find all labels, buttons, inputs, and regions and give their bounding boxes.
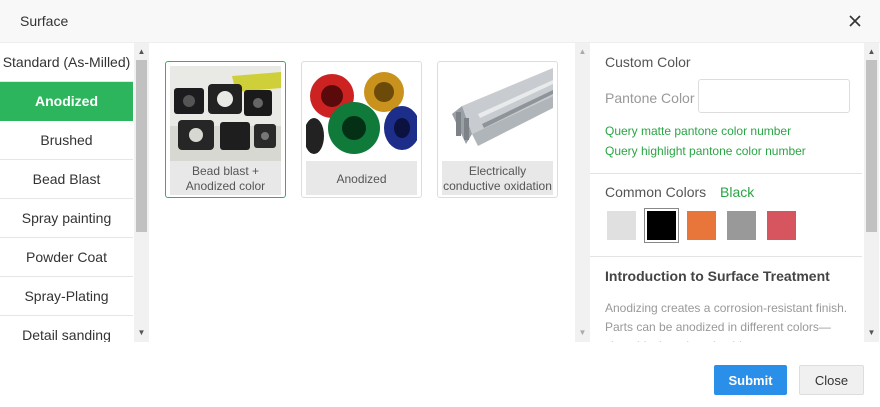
surface-type-list: Standard (As-Milled) Anodized Brushed Be…	[0, 43, 133, 342]
sidebar-item-standard[interactable]: Standard (As-Milled)	[0, 43, 133, 82]
colored-anodized-cylinders-image	[306, 66, 417, 161]
panel-scrollbar[interactable]: ▲ ▼	[864, 43, 879, 342]
custom-color-title: Custom Color	[605, 54, 691, 70]
intro-title: Introduction to Surface Treatment	[605, 268, 830, 284]
swatch-red[interactable]	[767, 211, 796, 240]
scroll-up-arrow-icon[interactable]: ▲	[864, 45, 879, 59]
sidebar-item-spray-plating[interactable]: Spray-Plating	[0, 277, 133, 316]
sidebar-item-brushed[interactable]: Brushed	[0, 121, 133, 160]
scroll-up-arrow-icon[interactable]: ▲	[575, 45, 590, 59]
swatch-black[interactable]	[644, 208, 679, 243]
close-icon[interactable]	[847, 13, 863, 29]
pantone-label: Pantone Color	[605, 90, 695, 106]
scroll-down-arrow-icon[interactable]: ▼	[864, 326, 879, 340]
sidebar-item-powder-coat[interactable]: Powder Coat	[0, 238, 133, 277]
surface-dialog: Surface Standard (As-Milled) Anodized Br…	[0, 0, 880, 407]
sidebar-item-detail-sanding[interactable]: Detail sanding	[0, 316, 133, 342]
dialog-title: Surface	[20, 13, 69, 29]
option-label: Electrically conductive oxidation	[442, 161, 553, 195]
swatch-light-gray[interactable]	[607, 211, 636, 240]
option-card[interactable]: Electrically conductive oxidation	[437, 61, 558, 198]
divider	[590, 256, 862, 257]
query-highlight-link[interactable]: Query highlight pantone color number	[605, 144, 806, 158]
sidebar-item-bead-blast[interactable]: Bead Blast	[0, 160, 133, 199]
finish-options: Bead blast + Anodized color Anodized Ele…	[150, 43, 575, 342]
common-colors-header: Common Colors Black	[605, 184, 754, 200]
options-scrollbar[interactable]: ▲ ▼	[575, 43, 590, 342]
scroll-thumb[interactable]	[136, 60, 147, 232]
close-button[interactable]: Close	[799, 365, 864, 395]
black-anodized-parts-image	[170, 66, 281, 161]
sidebar-item-anodized[interactable]: Anodized	[0, 82, 133, 121]
option-card[interactable]: Bead blast + Anodized color	[165, 61, 286, 198]
scroll-down-arrow-icon[interactable]: ▼	[575, 326, 590, 340]
scroll-down-arrow-icon[interactable]: ▼	[134, 326, 149, 340]
scroll-thumb[interactable]	[866, 60, 877, 232]
selected-color-name: Black	[720, 184, 755, 200]
common-colors-title: Common Colors	[605, 184, 707, 200]
option-label: Anodized	[306, 161, 417, 195]
sidebar-scrollbar[interactable]: ▲ ▼	[134, 43, 149, 342]
option-label: Bead blast + Anodized color	[170, 161, 281, 195]
intro-text: Anodizing creates a corrosion-resistant …	[605, 301, 848, 342]
swatch-gray[interactable]	[727, 211, 756, 240]
pantone-row: Pantone Color	[605, 79, 855, 113]
divider	[590, 173, 862, 174]
aluminum-extrusion-profile-image	[442, 66, 553, 161]
option-card[interactable]: Anodized	[301, 61, 422, 198]
swatch-orange[interactable]	[687, 211, 716, 240]
sidebar-item-spray-painting[interactable]: Spray painting	[0, 199, 133, 238]
scroll-up-arrow-icon[interactable]: ▲	[134, 45, 149, 59]
submit-button[interactable]: Submit	[714, 365, 787, 395]
dialog-header: Surface	[0, 0, 880, 43]
pantone-color-input[interactable]	[698, 79, 850, 113]
query-matte-link[interactable]: Query matte pantone color number	[605, 124, 791, 138]
color-panel: Custom Color Pantone Color Query matte p…	[590, 43, 862, 342]
